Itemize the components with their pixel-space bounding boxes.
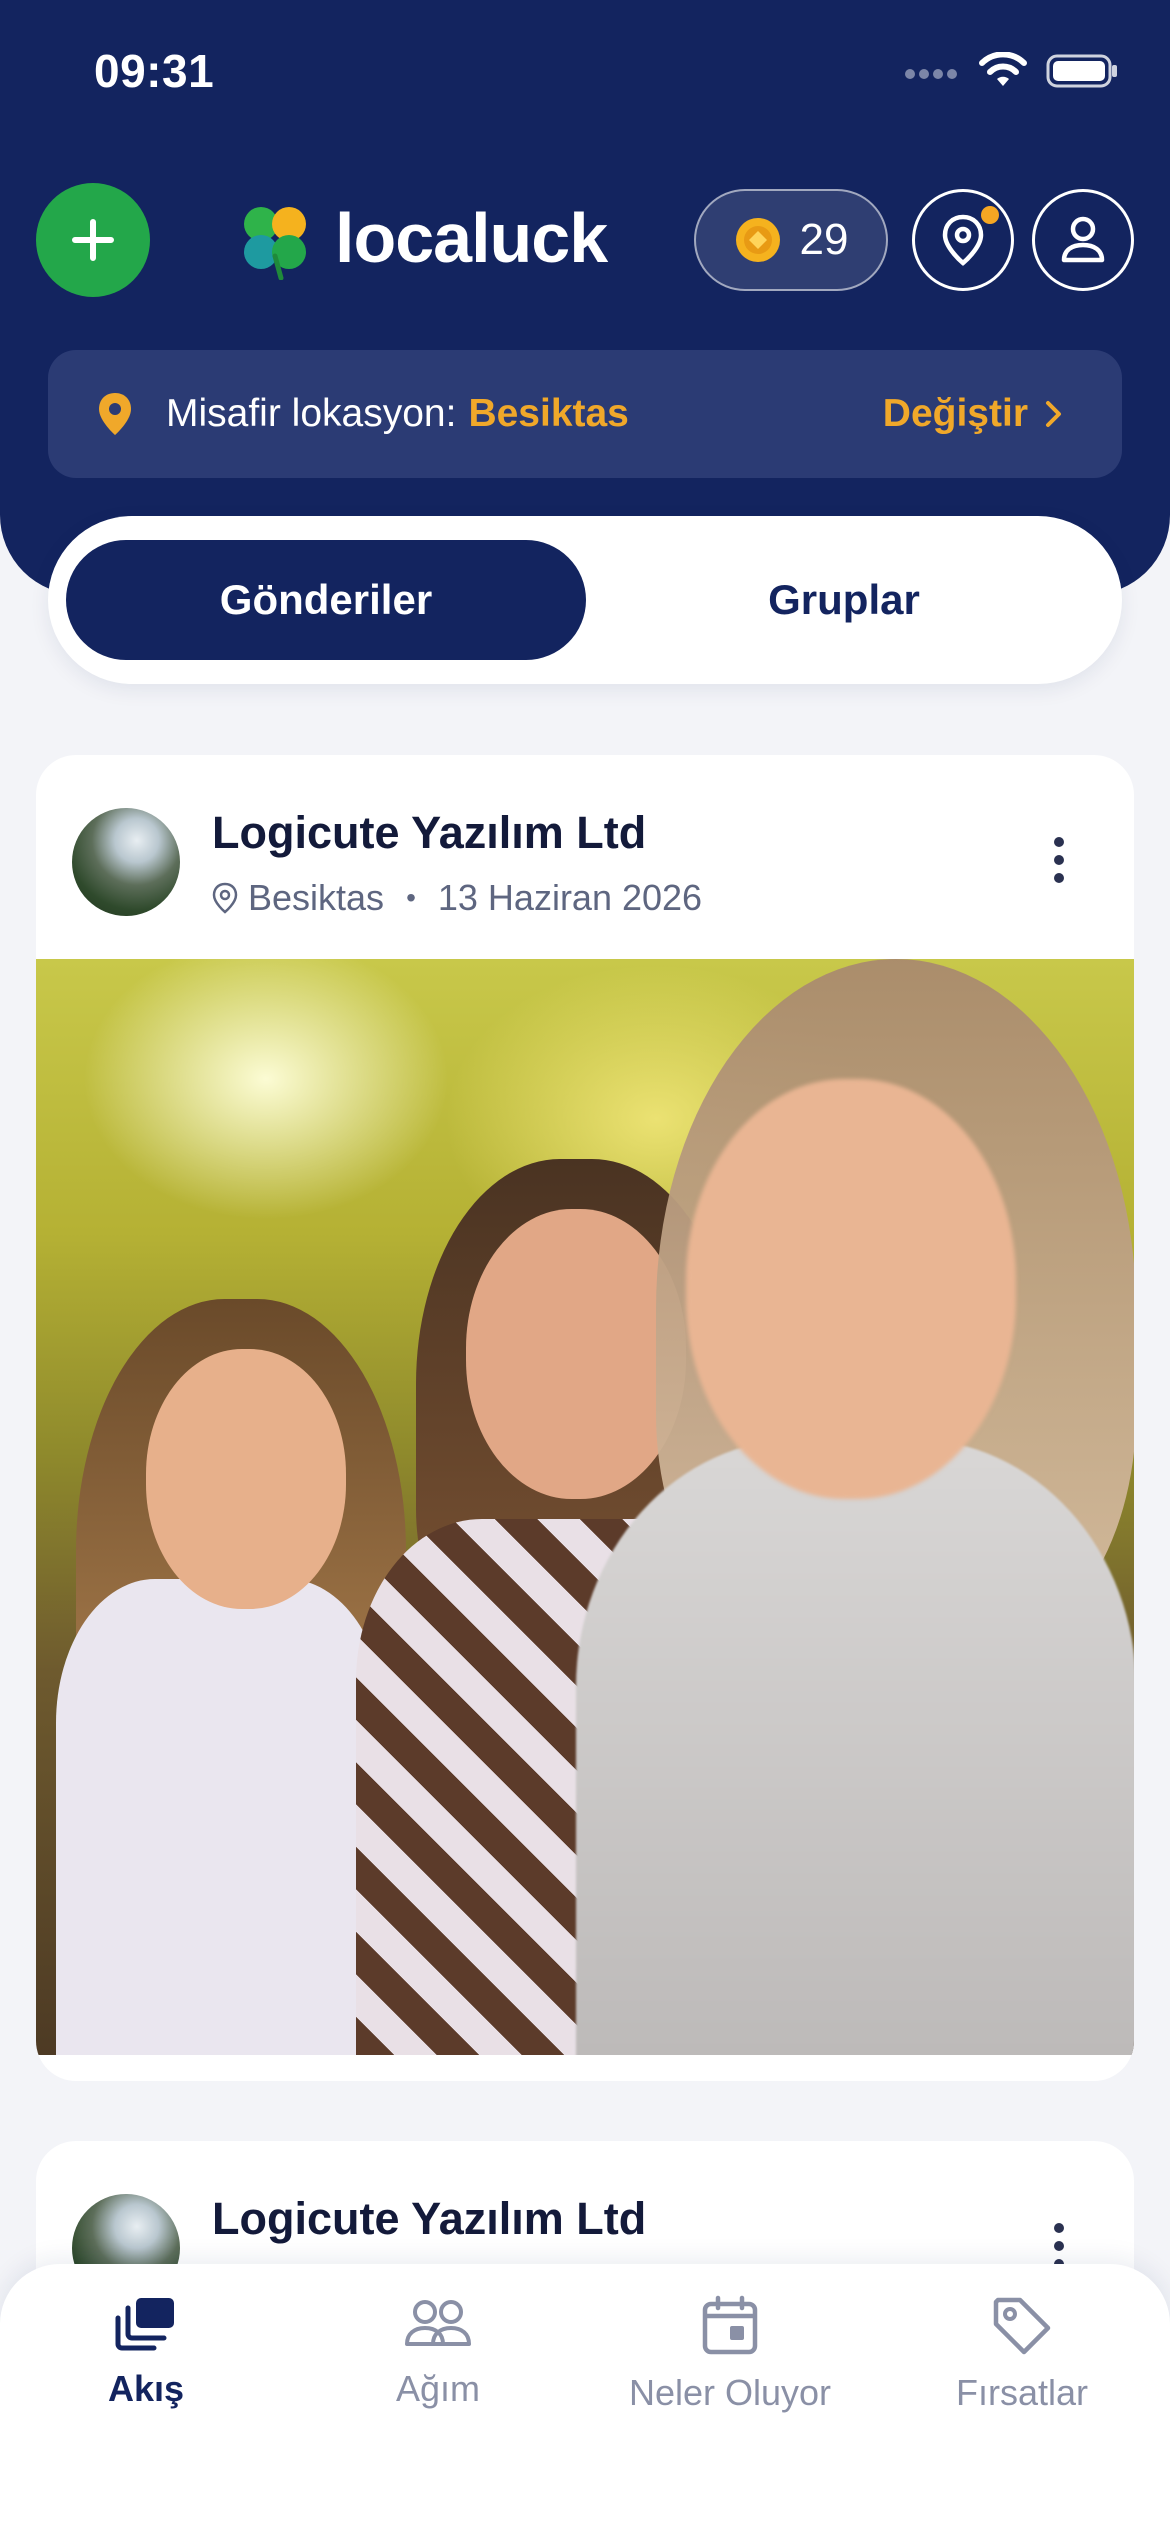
header: 09:31 localuck 29 Misafir lokasyon: Besi… (0, 0, 1170, 595)
more-dot-icon (1054, 2241, 1064, 2251)
user-icon (1061, 216, 1105, 263)
photo-person-face (466, 1209, 686, 1499)
profile-button[interactable] (1032, 189, 1134, 291)
feed-icon (115, 2298, 174, 2351)
coin-count: 29 (799, 215, 849, 264)
nav-item-network[interactable]: Ağım (292, 2294, 584, 2410)
nav-item-deals[interactable]: Fırsatlar (876, 2294, 1168, 2414)
post-header: Logicute Yazılım Ltd Besiktas • 13 Hazir… (36, 755, 1134, 959)
chevron-right-icon (1046, 401, 1061, 427)
guest-location-bar: Misafir lokasyon: Besiktas Değiştir (48, 350, 1122, 478)
photo-person-face (146, 1349, 346, 1609)
battery-icon (1046, 54, 1117, 88)
change-location-button[interactable]: Değiştir (883, 392, 1064, 436)
signal-icon (905, 69, 957, 79)
post-meta: Besiktas • 13 Haziran 2026 (212, 877, 702, 919)
map-pin-icon (942, 214, 984, 266)
photo-person-body (56, 1579, 386, 2055)
notification-dot (981, 206, 999, 224)
post-more-button[interactable] (1054, 837, 1064, 883)
nav-item-feed[interactable]: Akış (0, 2294, 292, 2410)
nav-label: Fırsatlar (955, 2372, 1088, 2413)
location-outline-icon (212, 882, 238, 914)
post-more-button[interactable] (1054, 2223, 1064, 2269)
post-date: 13 Haziran 2026 (437, 877, 703, 918)
meta-separator: • (406, 882, 416, 913)
location-button[interactable] (912, 189, 1014, 291)
author-avatar[interactable] (72, 808, 180, 916)
content-segment-control: Gönderiler Gruplar (48, 516, 1122, 684)
plus-icon (72, 219, 114, 261)
nav-label: Ağım (395, 2368, 481, 2409)
photo-person-body (576, 1439, 1134, 2055)
wifi-icon (979, 52, 1027, 86)
status-icons (904, 52, 1118, 90)
app-logo: localuck (233, 196, 608, 280)
post-location: Besiktas (248, 877, 385, 918)
bottom-navigation: Akış Ağım Neler Oluyor Fırsatlar (0, 2264, 1170, 2532)
coin-balance-button[interactable]: 29 (694, 189, 888, 291)
more-dot-icon (1054, 2223, 1064, 2233)
post-author[interactable]: Logicute Yazılım Ltd (212, 2193, 646, 2245)
add-post-button[interactable] (36, 183, 150, 297)
location-pin-icon (99, 393, 131, 435)
tab-posts[interactable]: Gönderiler (66, 540, 586, 660)
location-value: Besiktas (468, 392, 629, 435)
coin-icon (735, 218, 780, 262)
photo-person-face (686, 1079, 1016, 1499)
more-dot-icon (1054, 873, 1064, 883)
nav-label: Neler Oluyor (628, 2372, 832, 2413)
more-dot-icon (1054, 837, 1064, 847)
change-location-label: Değiştir (882, 392, 1028, 435)
more-dot-icon (1054, 855, 1064, 865)
post-card: Logicute Yazılım Ltd Besiktas • 13 Hazir… (36, 755, 1134, 2081)
network-icon (405, 2300, 471, 2346)
status-bar: 09:31 (0, 0, 1170, 150)
location-label: Misafir lokasyon: (166, 392, 457, 435)
logo-text: localuck (335, 199, 608, 277)
post-author[interactable]: Logicute Yazılım Ltd (212, 807, 646, 859)
calendar-icon (702, 2295, 758, 2355)
tag-icon (993, 2297, 1051, 2355)
post-image[interactable]: 0 (36, 959, 1134, 2055)
clover-logo-icon (244, 207, 306, 280)
nav-item-events[interactable]: Neler Oluyor (584, 2294, 876, 2414)
nav-label: Akış (107, 2368, 185, 2409)
status-time: 09:31 (94, 45, 215, 97)
tab-groups[interactable]: Gruplar (584, 540, 1104, 660)
